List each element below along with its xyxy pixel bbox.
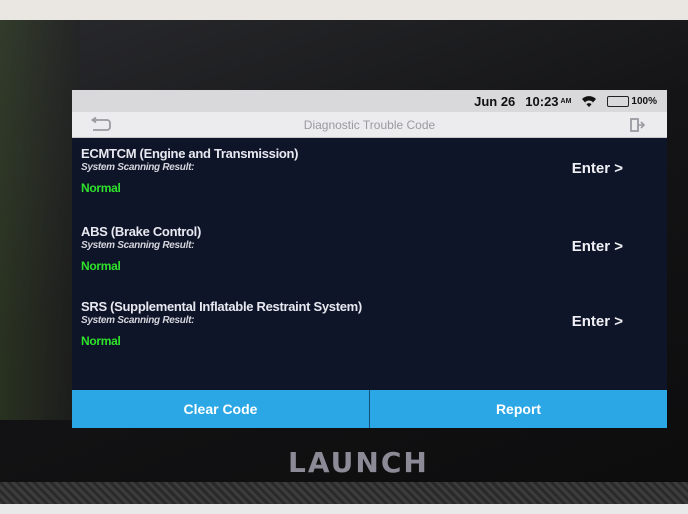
system-name: ABS (Brake Control) [81, 224, 201, 239]
report-button[interactable]: Report [370, 390, 667, 428]
title-bar: Diagnostic Trouble Code [72, 112, 667, 138]
system-list: ECMTCM (Engine and Transmission) System … [72, 138, 667, 372]
scan-result-status: Normal [81, 181, 121, 195]
system-row-ecmtcm: ECMTCM (Engine and Transmission) System … [72, 144, 667, 222]
background-glare [0, 0, 688, 20]
back-arrow-icon[interactable] [90, 117, 112, 133]
device-screen: Jun 26 10:23 AM 100% Diagnostic Trouble … [72, 90, 667, 428]
action-bar: Clear Code Report [72, 390, 667, 428]
scan-result-status: Normal [81, 259, 121, 273]
page-title: Diagnostic Trouble Code [303, 117, 436, 132]
system-name: SRS (Supplemental Inflatable Restraint S… [81, 299, 362, 314]
enter-button[interactable]: Enter > [572, 238, 623, 255]
enter-button[interactable]: Enter > [572, 313, 623, 330]
enter-button[interactable]: Enter > [572, 160, 623, 177]
system-row-srs: SRS (Supplemental Inflatable Restraint S… [72, 297, 667, 372]
system-name: ECMTCM (Engine and Transmission) [81, 146, 299, 161]
battery-percent: 100% [631, 95, 657, 107]
status-time: 10:23 [525, 93, 559, 109]
clear-code-button[interactable]: Clear Code [72, 390, 369, 428]
battery-icon [607, 95, 630, 107]
battery-indicator: 100% [607, 95, 657, 107]
background-surface [0, 504, 688, 514]
status-date: Jun 26 [474, 93, 516, 109]
system-row-abs: ABS (Brake Control) System Scanning Resu… [72, 222, 667, 297]
scan-result-status: Normal [81, 334, 121, 348]
status-bar: Jun 26 10:23 AM 100% [72, 90, 667, 112]
exit-icon[interactable] [629, 117, 645, 133]
status-ampm: AM [560, 97, 572, 105]
wifi-icon [582, 95, 597, 107]
brand-logo: LAUNCH [288, 446, 429, 479]
